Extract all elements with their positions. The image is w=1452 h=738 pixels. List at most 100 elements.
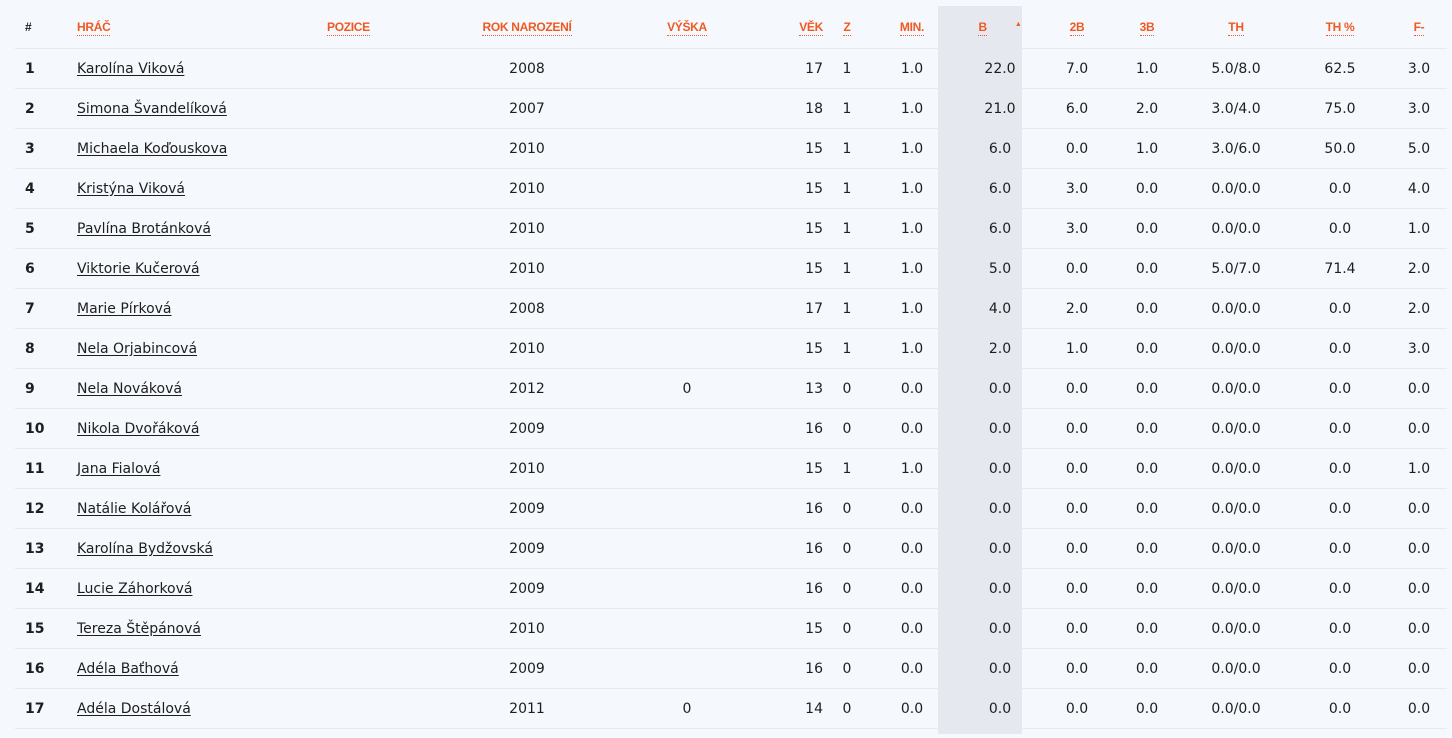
cell-age: 17	[737, 48, 827, 89]
cell-three-pointers: 0.0	[1111, 448, 1183, 489]
table-row: 13 Karolína Bydžovská 2009 16 0 0.0 0.0 0.0 0.0 0…	[15, 528, 1447, 569]
cell-position	[327, 128, 417, 169]
cell-rank: 16	[15, 648, 77, 689]
cell-two-pointers: 7.0	[1043, 48, 1111, 89]
cell-three-pointers: 0.0	[1111, 288, 1183, 329]
cell-fouls: 1.0	[1391, 448, 1447, 489]
player-name-link[interactable]: Kristýna Viková	[77, 181, 185, 197]
cell-three-pointers: 0.0	[1111, 528, 1183, 569]
table-row: 9 Nela Nováková 2012 0 13 0 0.0 0.0 0.0 0.0 0.0/0.…	[15, 368, 1447, 409]
cell-games: 0	[827, 488, 867, 529]
cell-rank: 7	[15, 288, 77, 329]
player-name-link[interactable]: Karolína Bydžovská	[77, 541, 213, 557]
table-row: 6 Viktorie Kučerová 2010 15 1 1.0 5.0 0.0 0.0 5.0…	[15, 248, 1447, 289]
player-name-link[interactable]: Nela Nováková	[77, 381, 182, 397]
player-name-link[interactable]: Jana Fialová	[77, 461, 160, 477]
cell-free-throws: 5.0/8.0	[1183, 48, 1289, 89]
cell-age: 15	[737, 128, 827, 169]
cell-free-throw-pct: 0.0	[1289, 168, 1391, 209]
cell-fouls: 0.0	[1391, 488, 1447, 529]
table-row: 7 Marie Pírková 2008 17 1 1.0 4.0 2.0 0.0 0.0/0.0…	[15, 288, 1447, 329]
cell-player: Kristýna Viková	[77, 168, 327, 209]
cell-games: 1	[827, 168, 867, 209]
cell-fouls: 0.0	[1391, 648, 1447, 689]
cell-minutes: 0.0	[867, 608, 957, 649]
cell-position	[327, 648, 417, 689]
cell-fouls: 2.0	[1391, 288, 1447, 329]
player-name-link[interactable]: Michaela Koďouskova	[77, 141, 227, 157]
cell-free-throw-pct: 0.0	[1289, 648, 1391, 689]
header-fouls[interactable]: F-	[1391, 6, 1447, 49]
cell-free-throw-pct: 0.0	[1289, 368, 1391, 409]
cell-birth-year: 2010	[417, 208, 637, 249]
cell-height	[637, 288, 737, 329]
player-name-link[interactable]: Natálie Kolářová	[77, 501, 191, 517]
player-name-link[interactable]: Nela Orjabincová	[77, 341, 197, 357]
cell-points: 5.0	[957, 248, 1043, 289]
player-name-link[interactable]: Pavlína Brotánková	[77, 221, 211, 237]
cell-points: 0.0	[957, 368, 1043, 409]
cell-birth-year: 2009	[417, 408, 637, 449]
cell-fouls: 3.0	[1391, 328, 1447, 369]
cell-player: Marie Pírková	[77, 288, 327, 329]
cell-free-throw-pct: 0.0	[1289, 328, 1391, 369]
table-row: 11 Jana Fialová 2010 15 1 1.0 0.0 0.0 0.0 0.0/0.0…	[15, 448, 1447, 489]
table-row: 4 Kristýna Viková 2010 15 1 1.0 6.0 3.0 0.0 0.0/0…	[15, 168, 1447, 209]
player-name-link[interactable]: Marie Pírková	[77, 301, 172, 317]
header-minutes[interactable]: MIN.	[867, 6, 957, 49]
cell-points: 0.0	[957, 448, 1043, 489]
cell-points: 4.0	[957, 288, 1043, 329]
sort-descending-icon[interactable]: ▲	[1015, 21, 1022, 28]
header-two-pointers[interactable]: 2B	[1043, 6, 1111, 49]
cell-age: 14	[737, 688, 827, 729]
player-name-link[interactable]: Tereza Štěpánová	[77, 621, 201, 637]
player-name-link[interactable]: Adéla Dostálová	[77, 701, 191, 717]
cell-height	[637, 448, 737, 489]
cell-player: Karolína Bydžovská	[77, 528, 327, 569]
header-position[interactable]: POZICE	[327, 6, 417, 49]
cell-two-pointers: 3.0	[1043, 208, 1111, 249]
cell-free-throws: 0.0/0.0	[1183, 288, 1289, 329]
player-name-link[interactable]: Simona Švandelíková	[77, 101, 227, 117]
cell-free-throw-pct: 0.0	[1289, 688, 1391, 729]
header-player[interactable]: HRÁČ	[77, 6, 327, 49]
cell-birth-year: 2010	[417, 248, 637, 289]
cell-free-throws: 0.0/0.0	[1183, 168, 1289, 209]
table-row: 17 Adéla Dostálová 2011 0 14 0 0.0 0.0 0.0 0.0 0.0…	[15, 688, 1447, 729]
cell-birth-year: 2008	[417, 48, 637, 89]
header-points[interactable]: B ▲	[957, 6, 1043, 49]
cell-two-pointers: 3.0	[1043, 168, 1111, 209]
cell-position	[327, 688, 417, 729]
header-age[interactable]: VĚK	[737, 6, 827, 49]
cell-free-throws: 0.0/0.0	[1183, 328, 1289, 369]
player-stats-table: # HRÁČ POZICE ROK NAROZENÍ VÝŠKA VĚK Z M…	[15, 6, 1447, 729]
header-height[interactable]: VÝŠKA	[637, 6, 737, 49]
cell-two-pointers: 0.0	[1043, 128, 1111, 169]
player-name-link[interactable]: Adéla Baťhová	[77, 661, 179, 677]
cell-three-pointers: 0.0	[1111, 168, 1183, 209]
cell-fouls: 0.0	[1391, 688, 1447, 729]
header-free-throw-pct[interactable]: TH %	[1289, 6, 1391, 49]
header-birth-year[interactable]: ROK NAROZENÍ	[417, 6, 637, 49]
player-name-link[interactable]: Nikola Dvořáková	[77, 421, 199, 437]
header-free-throws[interactable]: TH	[1183, 6, 1289, 49]
cell-birth-year: 2010	[417, 168, 637, 209]
header-games[interactable]: Z	[827, 6, 867, 49]
player-name-link[interactable]: Lucie Záhorková	[77, 581, 192, 597]
cell-points: 6.0	[957, 208, 1043, 249]
player-name-link[interactable]: Karolína Viková	[77, 61, 184, 77]
table-row: 3 Michaela Koďouskova 2010 15 1 1.0 6.0 0.0 1.0 3…	[15, 128, 1447, 169]
cell-birth-year: 2011	[417, 688, 637, 729]
cell-rank: 4	[15, 168, 77, 209]
cell-three-pointers: 0.0	[1111, 568, 1183, 609]
player-name-link[interactable]: Viktorie Kučerová	[77, 261, 200, 277]
cell-games: 0	[827, 568, 867, 609]
cell-age: 16	[737, 528, 827, 569]
cell-player: Adéla Dostálová	[77, 688, 327, 729]
cell-free-throw-pct: 0.0	[1289, 488, 1391, 529]
cell-player: Viktorie Kučerová	[77, 248, 327, 289]
cell-games: 1	[827, 448, 867, 489]
cell-three-pointers: 0.0	[1111, 208, 1183, 249]
header-three-pointers[interactable]: 3B	[1111, 6, 1183, 49]
cell-games: 1	[827, 328, 867, 369]
